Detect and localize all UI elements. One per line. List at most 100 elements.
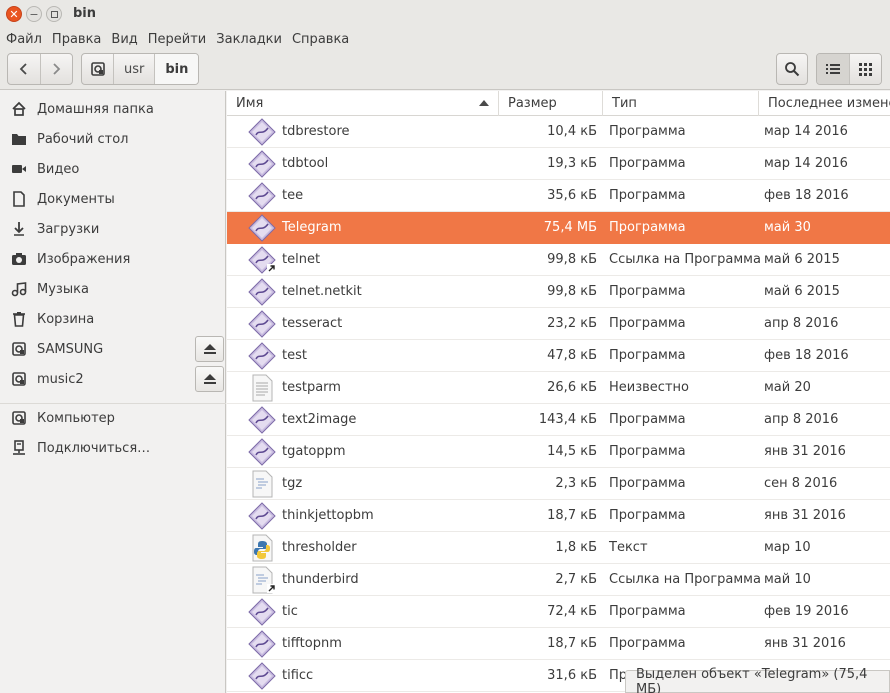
grid-view-button[interactable] xyxy=(848,54,881,84)
sidebar-item-label: music2 xyxy=(37,371,84,387)
file-type: Программа xyxy=(609,476,686,491)
executable-file-icon xyxy=(247,340,277,371)
executable-file-icon xyxy=(247,244,277,275)
sidebar-item-label: Домашняя папка xyxy=(37,101,154,117)
sidebar-item-connect-server[interactable]: Подключиться… xyxy=(0,433,226,463)
file-row[interactable]: text2image 143,4 кБ Программа апр 8 2016 xyxy=(227,404,890,436)
file-type: Программа xyxy=(609,316,686,331)
file-name: text2image xyxy=(282,412,357,427)
sidebar-item-music[interactable]: Музыка xyxy=(0,274,226,304)
menu-bookmarks[interactable]: Закладки xyxy=(214,32,284,47)
sidebar-item-samsung[interactable]: SAMSUNG xyxy=(0,334,226,364)
chevron-right-icon xyxy=(53,63,61,75)
sidebar-item-desktop[interactable]: Рабочий стол xyxy=(0,124,226,154)
file-name: tgz xyxy=(282,476,303,491)
sidebar-item-trash[interactable]: Корзина xyxy=(0,304,226,334)
sidebar-item-label: Загрузки xyxy=(37,221,100,237)
column-type[interactable]: Тип xyxy=(602,91,758,116)
file-modified: янв 31 2016 xyxy=(764,636,846,651)
file-name: tdbtool xyxy=(282,156,329,171)
breadcrumb-root[interactable] xyxy=(82,54,114,84)
minimize-window-button[interactable]: − xyxy=(26,6,42,22)
file-row[interactable]: tdbrestore 10,4 кБ Программа мар 14 2016 xyxy=(227,116,890,148)
file-row[interactable]: tgatoppm 14,5 кБ Программа янв 31 2016 xyxy=(227,436,890,468)
file-row[interactable]: thresholder 1,8 кБ Текст мар 10 xyxy=(227,532,890,564)
file-row[interactable]: tdbtool 19,3 кБ Программа мар 14 2016 xyxy=(227,148,890,180)
forward-button[interactable] xyxy=(39,54,73,84)
back-button[interactable] xyxy=(8,54,40,84)
column-modified[interactable]: Последнее изменен xyxy=(758,91,890,116)
file-modified: сен 8 2016 xyxy=(764,476,838,491)
file-name: tificc xyxy=(282,668,314,683)
file-name: tesseract xyxy=(282,316,343,331)
file-size: 19,3 кБ xyxy=(547,156,597,171)
menu-help[interactable]: Справка xyxy=(290,32,351,47)
sidebar-item-video[interactable]: Видео xyxy=(0,154,226,184)
eject-music2-button[interactable] xyxy=(195,366,224,392)
file-size: 2,3 кБ xyxy=(555,476,597,491)
file-type: Программа xyxy=(609,508,686,523)
executable-file-icon xyxy=(247,596,277,627)
executable-file-icon xyxy=(247,404,277,435)
file-type: Программа xyxy=(609,604,686,619)
column-name[interactable]: Имя xyxy=(227,91,498,116)
drive-icon xyxy=(90,62,105,76)
file-size: 47,8 кБ xyxy=(547,348,597,363)
file-row[interactable]: telnet 99,8 кБ Ссылка на Программа май 6 20… xyxy=(227,244,890,276)
eject-samsung-button[interactable] xyxy=(195,336,224,362)
desktop-folder-icon xyxy=(10,130,28,148)
file-type: Программа xyxy=(609,444,686,459)
file-name: tic xyxy=(282,604,298,619)
file-row[interactable]: testparm 26,6 кБ Неизвестно май 20 xyxy=(227,372,890,404)
list-view-button[interactable] xyxy=(817,54,849,84)
minimize-icon: − xyxy=(29,7,39,21)
file-row[interactable]: tgz 2,3 кБ Программа сен 8 2016 xyxy=(227,468,890,500)
file-name: test xyxy=(282,348,307,363)
menu-file[interactable]: Файл xyxy=(4,32,44,47)
menu-view[interactable]: Вид xyxy=(109,32,139,47)
menu-go[interactable]: Перейти xyxy=(146,32,209,47)
file-row[interactable]: telnet.netkit 99,8 кБ Программа май 6 2015 xyxy=(227,276,890,308)
file-name: tdbrestore xyxy=(282,124,350,139)
sidebar-item-documents[interactable]: Документы xyxy=(0,184,226,214)
file-type: Программа xyxy=(609,636,686,651)
file-modified: янв 31 2016 xyxy=(764,508,846,523)
column-type-label: Тип xyxy=(612,96,637,111)
breadcrumb-bin[interactable]: bin xyxy=(155,54,199,84)
file-row[interactable]: test 47,8 кБ Программа фев 18 2016 xyxy=(227,340,890,372)
file-row[interactable]: thunderbird 2,7 кБ Ссылка на Программа май … xyxy=(227,564,890,596)
menu-edit[interactable]: Правка xyxy=(50,32,103,47)
file-row[interactable]: tee 35,6 кБ Программа фев 18 2016 xyxy=(227,180,890,212)
close-window-button[interactable]: ✕ xyxy=(6,6,22,22)
search-button[interactable] xyxy=(776,53,808,85)
file-row[interactable]: thinkjettopbm 18,7 кБ Программа янв 31 2016 xyxy=(227,500,890,532)
file-size: 14,5 кБ xyxy=(547,444,597,459)
file-modified: май 10 xyxy=(764,572,811,587)
file-row[interactable]: tifftopnm 18,7 кБ Программа янв 31 2016 xyxy=(227,628,890,660)
column-size[interactable]: Размер xyxy=(498,91,602,116)
file-row[interactable]: Telegram 75,4 МБ Программа май 30 xyxy=(227,212,890,244)
maximize-window-button[interactable] xyxy=(46,6,62,22)
sidebar-item-computer[interactable]: Компьютер xyxy=(0,403,226,433)
sidebar-item-home[interactable]: Домашняя папка xyxy=(0,94,226,124)
file-size: 10,4 кБ xyxy=(547,124,597,139)
sidebar-item-downloads[interactable]: Загрузки xyxy=(0,214,226,244)
file-type: Текст xyxy=(609,540,648,555)
file-size: 23,2 кБ xyxy=(547,316,597,331)
python-file-icon xyxy=(247,532,277,563)
video-icon xyxy=(10,160,28,178)
file-size: 18,7 кБ xyxy=(547,636,597,651)
file-modified: апр 8 2016 xyxy=(764,412,839,427)
grid-view-icon xyxy=(858,62,872,76)
sidebar-item-label: Музыка xyxy=(37,281,89,297)
sidebar-item-label: Видео xyxy=(37,161,80,177)
search-icon xyxy=(785,62,800,77)
file-type: Программа xyxy=(609,412,686,427)
file-row[interactable]: tic 72,4 кБ Программа фев 19 2016 xyxy=(227,596,890,628)
sidebar-item-music2[interactable]: music2 xyxy=(0,364,226,394)
file-rows: tdbrestore 10,4 кБ Программа мар 14 2016 tdb… xyxy=(227,116,890,692)
sidebar-item-label: Рабочий стол xyxy=(37,131,129,147)
sidebar-item-pictures[interactable]: Изображения xyxy=(0,244,226,274)
file-row[interactable]: tesseract 23,2 кБ Программа апр 8 2016 xyxy=(227,308,890,340)
breadcrumb-usr[interactable]: usr xyxy=(114,54,156,84)
